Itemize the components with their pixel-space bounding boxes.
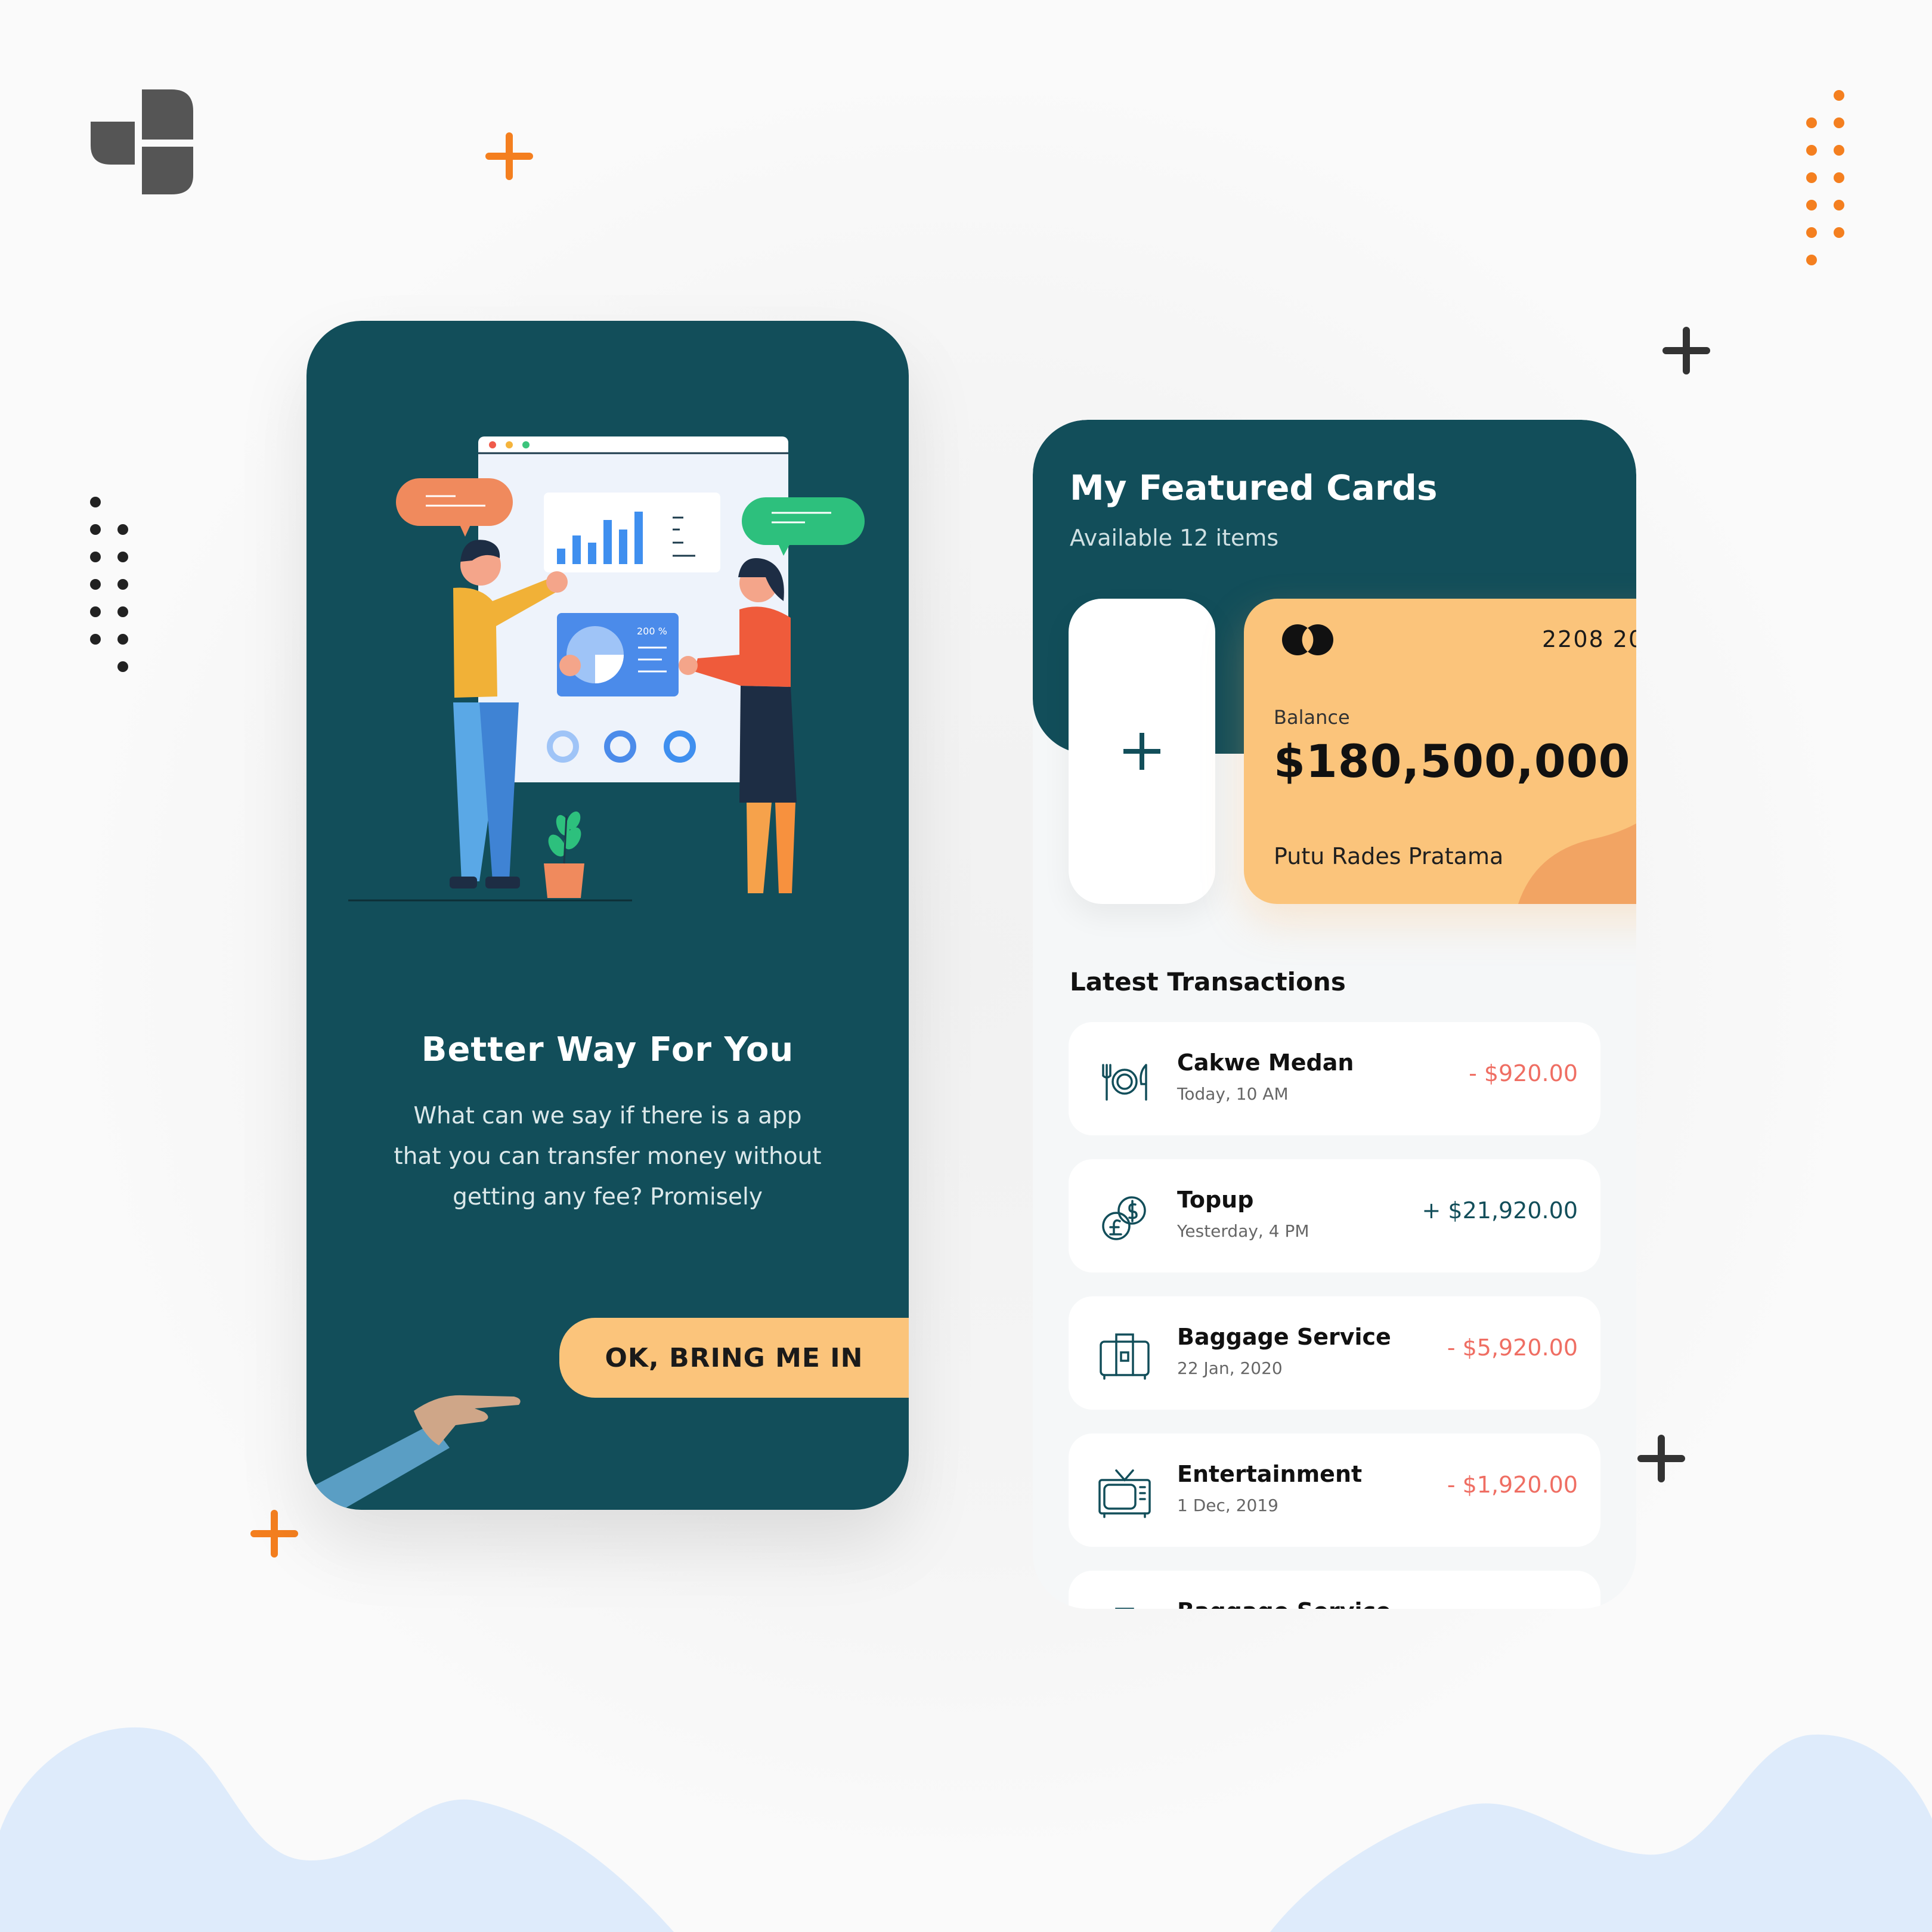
decor-plus-icon bbox=[485, 132, 533, 180]
transaction-name: Entertainment bbox=[1177, 1461, 1363, 1487]
mastercard-logo bbox=[1282, 624, 1333, 655]
transaction-amount: - $5,920.00 bbox=[1447, 1335, 1578, 1361]
add-card-button[interactable] bbox=[1069, 599, 1215, 904]
transaction-name: Baggage Service bbox=[1177, 1324, 1391, 1350]
decor-dots-orange bbox=[1806, 90, 1844, 265]
transaction-row[interactable]: Cakwe Medan Today, 10 AM - $920.00 bbox=[1069, 1022, 1600, 1135]
transaction-date: 22 Jan, 2020 bbox=[1177, 1358, 1283, 1378]
page-title: My Featured Cards bbox=[1070, 467, 1438, 508]
card-number: 2208 2008 bbox=[1542, 626, 1636, 652]
currency-exchange-icon bbox=[1102, 1196, 1146, 1240]
transaction-name: Baggage Service bbox=[1177, 1598, 1391, 1609]
transaction-date: 1 Dec, 2019 bbox=[1177, 1496, 1278, 1515]
bring-me-in-button[interactable]: OK, BRING ME IN bbox=[559, 1318, 909, 1398]
card-holder-name: Putu Rades Pratama bbox=[1274, 843, 1504, 869]
page-subtitle: Available 12 items bbox=[1070, 525, 1279, 551]
tv-icon bbox=[1098, 1469, 1151, 1518]
transaction-date: Yesterday, 4 PM bbox=[1177, 1221, 1309, 1241]
transaction-name: Cakwe Medan bbox=[1177, 1049, 1354, 1076]
transaction-name: Topup bbox=[1177, 1187, 1254, 1213]
decor-plus-icon bbox=[1637, 1435, 1685, 1482]
plus-icon bbox=[1123, 733, 1160, 770]
transaction-amount: + $21,920.00 bbox=[1422, 1197, 1578, 1224]
onboarding-description: What can we say if there is a app that y… bbox=[394, 1103, 822, 1210]
transaction-row[interactable]: Entertainment 1 Dec, 2019 - $1,920.00 bbox=[1069, 1433, 1600, 1547]
balance-amount: $180,500,000 bbox=[1274, 735, 1631, 788]
balance-label: Balance bbox=[1274, 706, 1350, 729]
decor-plus-icon bbox=[250, 1510, 298, 1558]
transaction-row[interactable]: Baggage Service bbox=[1069, 1571, 1600, 1609]
luggage-icon bbox=[1100, 1333, 1150, 1380]
dining-icon bbox=[1102, 1064, 1147, 1101]
transaction-amount: - $1,920.00 bbox=[1447, 1472, 1578, 1498]
illustration-badge: 200 % bbox=[637, 626, 667, 637]
pointing-hand-illustration bbox=[306, 1395, 521, 1510]
decor-plus-icon bbox=[1662, 327, 1710, 374]
onboarding-illustration: 200 % bbox=[348, 436, 865, 902]
onboarding-screen: 200 % Better Way For You What can we say… bbox=[306, 321, 909, 1510]
brand-logo bbox=[91, 89, 193, 194]
credit-card[interactable]: 2208 2008 Balance $180,500,000 Putu Rade… bbox=[1244, 599, 1636, 904]
transaction-row[interactable]: Baggage Service 22 Jan, 2020 - $5,920.00 bbox=[1069, 1296, 1600, 1410]
onboarding-title: Better Way For You bbox=[421, 1030, 794, 1069]
transaction-row[interactable]: Topup Yesterday, 4 PM + $21,920.00 bbox=[1069, 1159, 1600, 1272]
bottom-right-blob bbox=[1270, 1734, 1932, 1932]
cards-screen: My Featured Cards Available 12 items 220… bbox=[1033, 420, 1636, 1609]
transaction-date: Today, 10 AM bbox=[1177, 1084, 1289, 1104]
decor-dots-dark bbox=[90, 497, 128, 672]
bottom-left-blob bbox=[0, 1727, 674, 1932]
transaction-amount: - $920.00 bbox=[1469, 1060, 1578, 1086]
latest-transactions-title: Latest Transactions bbox=[1070, 967, 1346, 996]
luggage-icon bbox=[1115, 1608, 1134, 1609]
